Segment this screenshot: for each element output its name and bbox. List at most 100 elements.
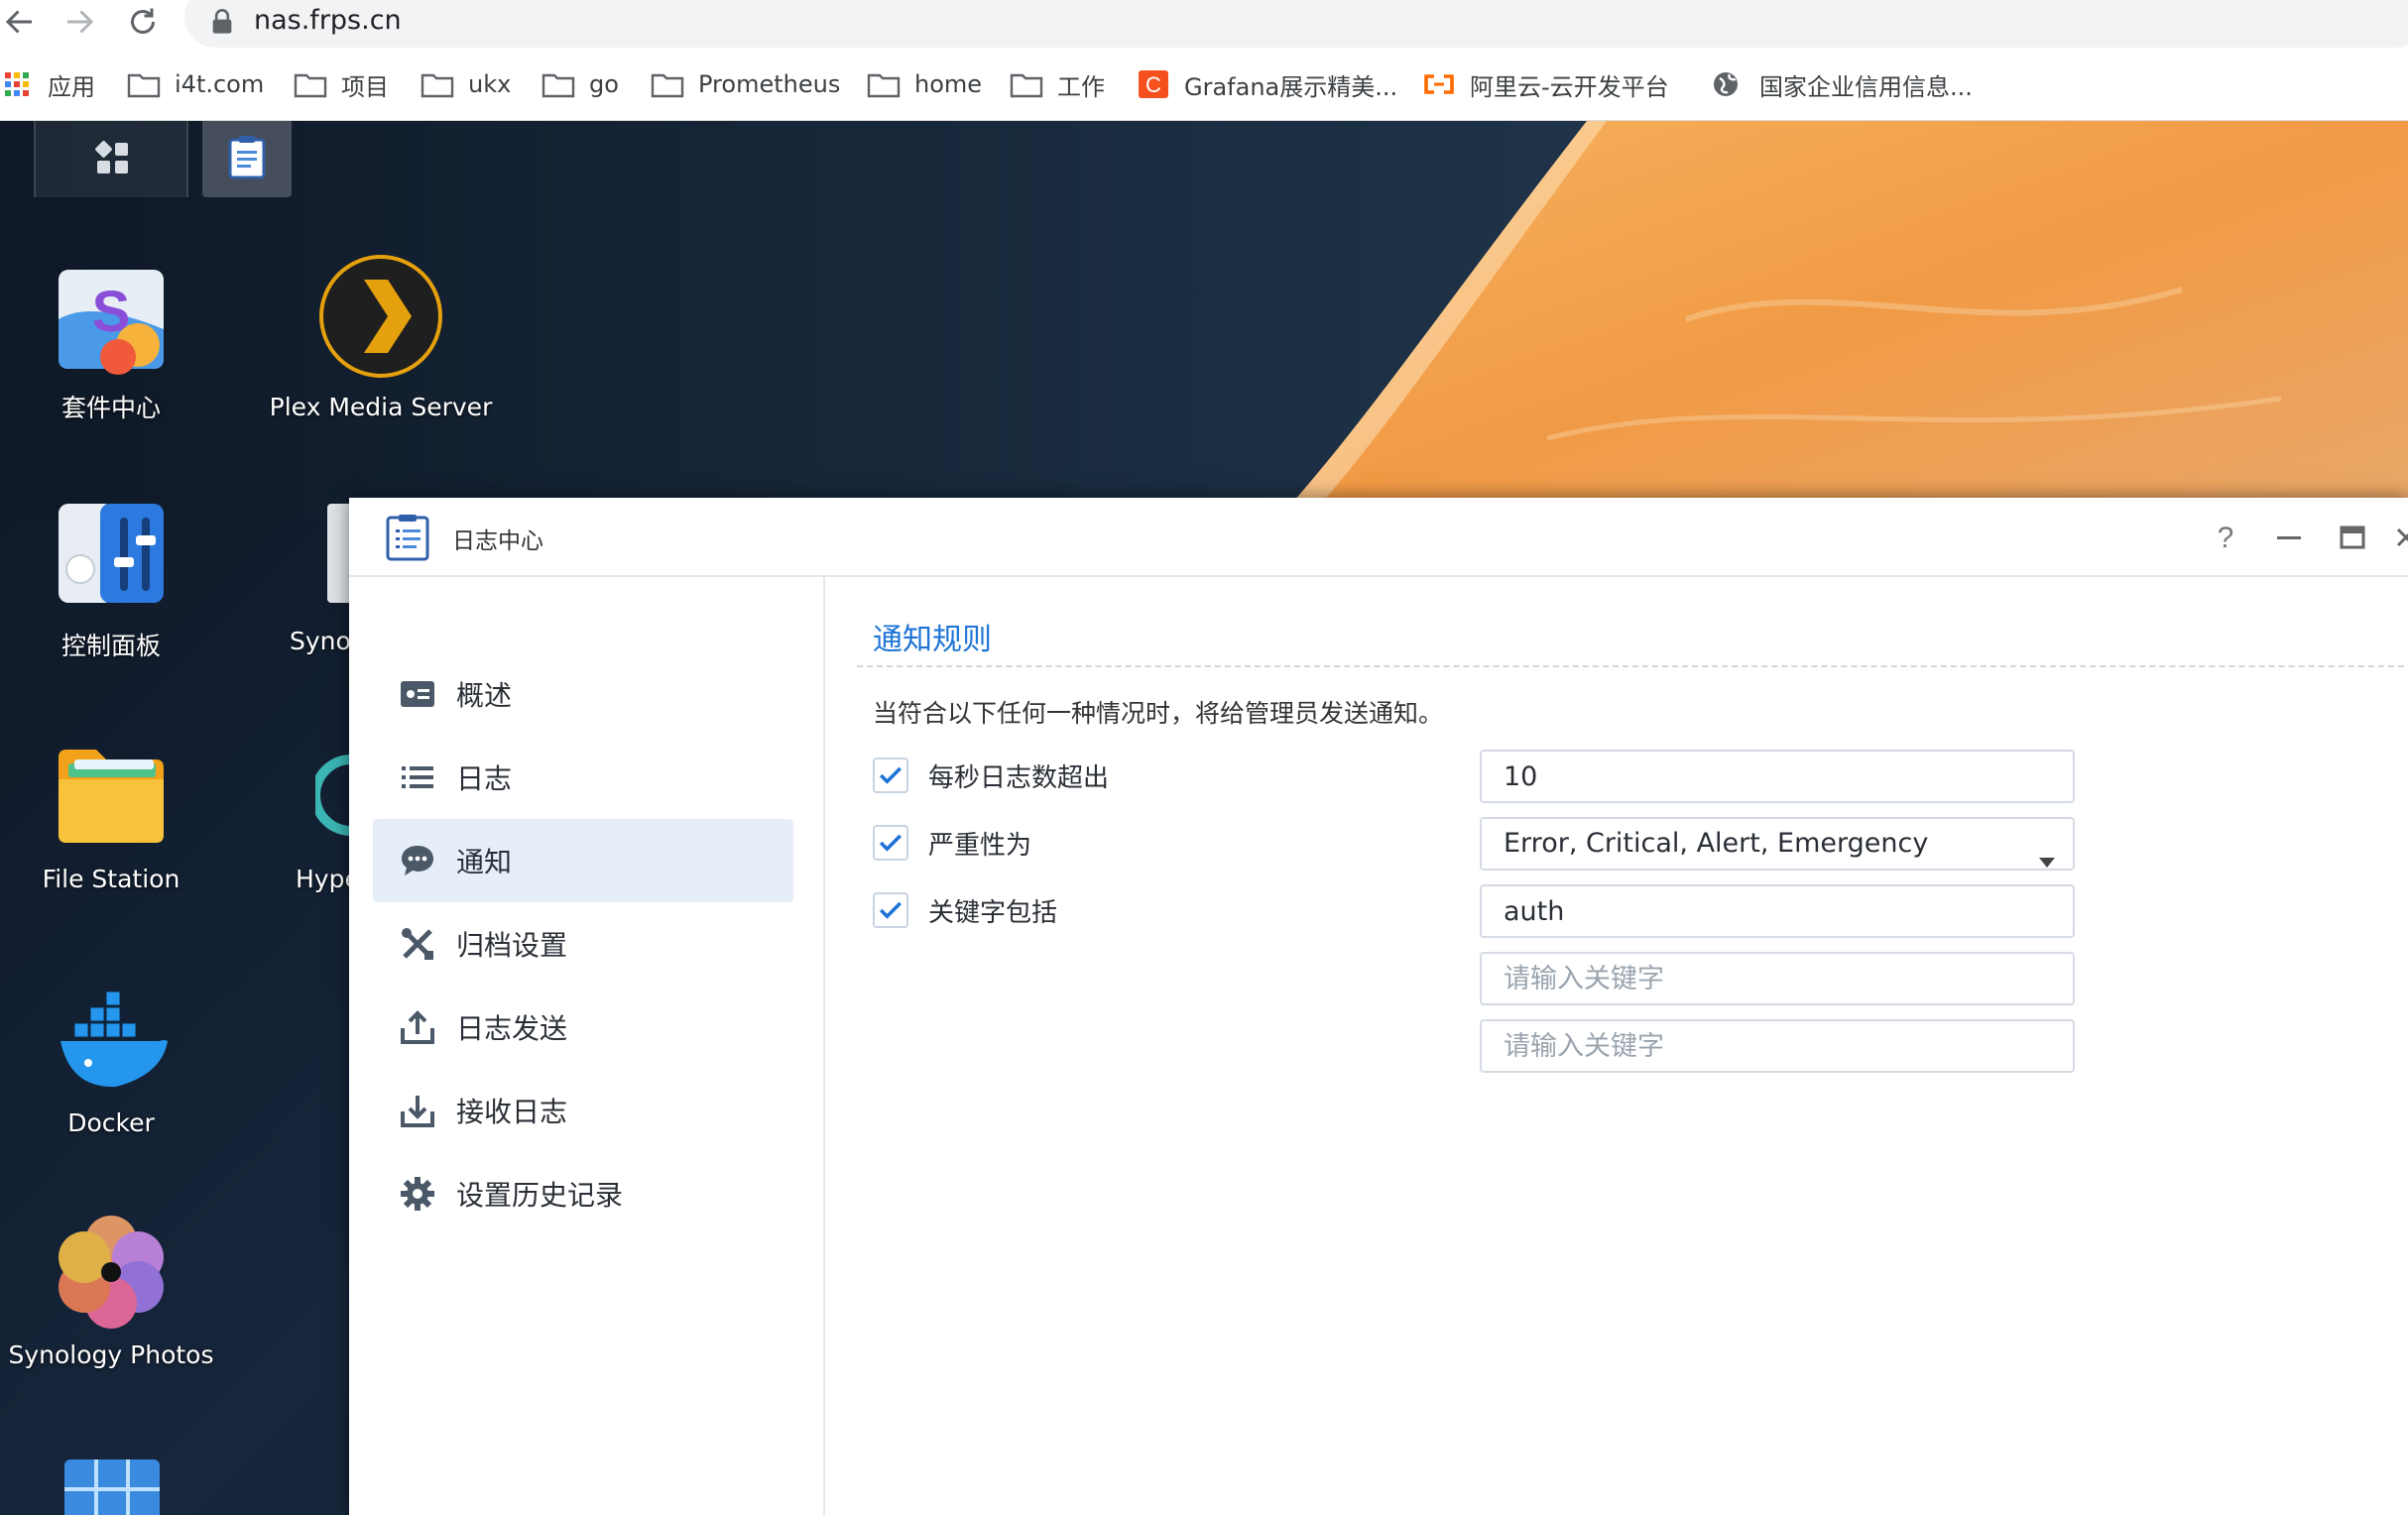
overview-card-icon: [399, 675, 436, 713]
sidebar-item-archive-settings[interactable]: 归档设置: [373, 902, 793, 986]
desktop-icon-plex[interactable]: Plex Media Server: [252, 252, 510, 421]
logs-per-second-checkbox[interactable]: [873, 758, 908, 793]
bookmark-folder[interactable]: 工作: [1010, 61, 1105, 107]
log-center-icon: [385, 514, 430, 561]
desktop-icon-label: Syno: [290, 627, 351, 655]
desktop-icon-synology-photos[interactable]: Synology Photos: [0, 1212, 240, 1369]
severity-checkbox[interactable]: [873, 825, 908, 861]
bookmark-apps[interactable]: 应用: [0, 61, 95, 107]
tools-icon: [399, 925, 436, 963]
folder-icon: [294, 70, 327, 98]
synology-photos-icon: [53, 1212, 170, 1329]
bookmark-csdn[interactable]: C Grafana展示精美...: [1137, 61, 1397, 107]
desktop-icon-label: Plex Media Server: [269, 393, 493, 421]
maximize-icon[interactable]: [2333, 518, 2372, 557]
bookmark-label: ukx: [468, 70, 512, 98]
minimize-icon[interactable]: [2269, 518, 2309, 557]
rules-description: 当符合以下任何一种情况时，将给管理员发送通知。: [873, 699, 1444, 728]
close-icon[interactable]: [2392, 518, 2408, 557]
taskbar-log-center-button[interactable]: [202, 121, 292, 197]
chat-bubble-icon: [399, 842, 436, 879]
browser-toolbar: nas.frps.cn 应用 i4t.com 项目 ukx go Prometh…: [0, 0, 2408, 121]
bookmark-label: 国家企业信用信息...: [1759, 72, 1973, 101]
address-bar[interactable]: [184, 0, 2408, 48]
desktop-icon-label: Docker: [67, 1108, 155, 1137]
sidebar-item-receive-logs[interactable]: 接收日志: [373, 1069, 793, 1152]
sidebar-item-settings-history[interactable]: 设置历史记录: [373, 1152, 793, 1235]
grid-app-icon: [53, 1450, 170, 1515]
hyper-backup-icon: [310, 736, 352, 853]
bookmark-folder[interactable]: home: [867, 61, 982, 107]
forward-arrow-icon[interactable]: [60, 4, 99, 40]
window-titlebar[interactable]: 日志中心 ?: [349, 498, 2408, 577]
bookmark-folder[interactable]: i4t.com: [127, 61, 264, 107]
folder-icon: [867, 70, 901, 98]
desktop-icon-package-center[interactable]: S 套件中心: [0, 260, 240, 424]
bookmark-label: go: [589, 70, 619, 98]
bookmark-label: i4t.com: [175, 70, 265, 98]
sidebar-item-logs[interactable]: 日志: [373, 736, 793, 819]
bookmark-label: Prometheus: [698, 70, 841, 98]
folder-icon: [1010, 70, 1043, 98]
keyword-input-3[interactable]: [1480, 1019, 2075, 1073]
docker-icon: [53, 980, 170, 1097]
severity-selected-value: Error, Critical, Alert, Emergency: [1504, 828, 1929, 859]
desktop-icon-partial[interactable]: [0, 1450, 240, 1515]
sidebar-item-overview[interactable]: 概述: [373, 652, 793, 736]
plex-icon: [316, 252, 445, 381]
section-title: 通知规则: [873, 623, 992, 657]
window-title: 日志中心: [452, 528, 543, 554]
svg-text:C: C: [1145, 72, 1161, 97]
folder-icon: [651, 70, 684, 98]
keyword-input-1[interactable]: [1480, 884, 2075, 938]
help-icon[interactable]: ?: [2206, 518, 2245, 557]
bookmark-label: 项目: [341, 72, 389, 101]
desktop-icon-syno[interactable]: Syno: [192, 498, 353, 655]
bookmark-aliyun[interactable]: 阿里云-云开发平台: [1422, 61, 1669, 107]
bookmark-label: 应用: [48, 72, 95, 101]
bookmark-label: 工作: [1057, 72, 1105, 101]
package-center-icon: S: [53, 260, 170, 377]
file-station-icon: [53, 736, 170, 853]
reload-icon[interactable]: [123, 4, 163, 40]
sidebar: 概述 日志 通知 归档设置 日志发送 接收日志 设置历史记录: [349, 577, 825, 1515]
desktop-icon-docker[interactable]: Docker: [0, 980, 240, 1137]
folder-icon: [421, 70, 454, 98]
rule-keyword: 关键字包括: [873, 884, 1057, 936]
main-menu-button[interactable]: [34, 121, 188, 197]
sidebar-item-notification[interactable]: 通知: [373, 819, 793, 902]
bookmark-folder[interactable]: 项目: [294, 61, 389, 107]
taskbar: [0, 121, 2408, 197]
keyword-input-2[interactable]: [1480, 952, 2075, 1005]
sidebar-item-label: 日志: [456, 762, 513, 795]
rule-severity: 严重性为: [873, 817, 1031, 869]
sidebar-item-log-sending[interactable]: 日志发送: [373, 986, 793, 1069]
rule-logs-per-second: 每秒日志数超出: [873, 750, 1109, 801]
aliyun-logo-icon: [1422, 70, 1456, 98]
bookmark-globe[interactable]: 国家企业信用信息...: [1712, 61, 1973, 107]
back-arrow-icon[interactable]: [0, 4, 40, 40]
section-divider: [857, 665, 2408, 667]
csdn-logo-icon: C: [1137, 70, 1170, 98]
desktop-icon-label: Synology Photos: [8, 1340, 214, 1369]
notification-rules-panel: 通知规则 当符合以下任何一种情况时，将给管理员发送通知。 每秒日志数超出 严重性…: [827, 577, 2408, 1515]
folder-icon: [127, 70, 161, 98]
bookmarks-bar: 应用 i4t.com 项目 ukx go Prometheus home 工作 …: [0, 61, 2408, 107]
sidebar-item-label: 日志发送: [456, 1012, 568, 1045]
bookmark-folder[interactable]: go: [542, 61, 619, 107]
bookmark-folder[interactable]: Prometheus: [651, 61, 840, 107]
folder-icon: [542, 70, 575, 98]
sidebar-item-label: 设置历史记录: [456, 1179, 624, 1212]
bookmark-label: home: [914, 70, 983, 98]
bookmark-folder[interactable]: ukx: [421, 61, 511, 107]
severity-select[interactable]: Error, Critical, Alert, Emergency: [1480, 817, 2075, 871]
sidebar-item-label: 接收日志: [456, 1096, 568, 1128]
download-icon: [399, 1092, 436, 1129]
bookmark-label: 阿里云-云开发平台: [1470, 72, 1669, 101]
keyword-checkbox[interactable]: [873, 892, 908, 928]
bookmark-label: Grafana展示精美...: [1184, 72, 1398, 101]
logs-per-second-input[interactable]: [1480, 750, 2075, 803]
desktop-icon-hyper-backup[interactable]: Hype: [192, 736, 360, 893]
upload-icon: [399, 1008, 436, 1046]
url-text[interactable]: nas.frps.cn: [254, 2, 402, 40]
